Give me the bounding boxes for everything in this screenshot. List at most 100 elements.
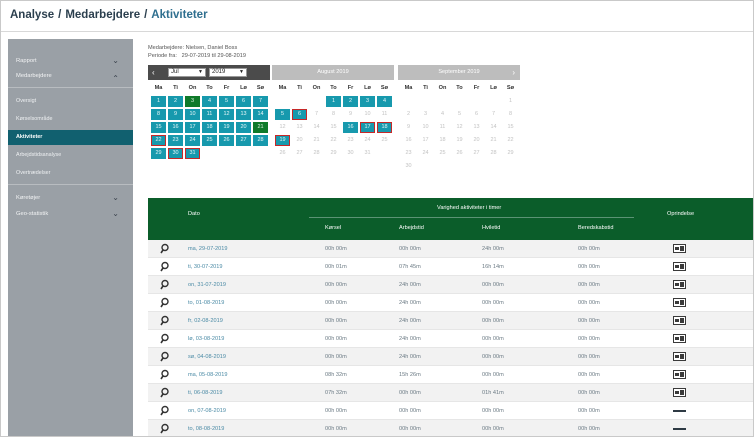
magnify-icon[interactable]: [160, 387, 169, 399]
calendar-day[interactable]: 1: [151, 96, 166, 107]
magnify-icon[interactable]: [160, 243, 169, 255]
calendar-day[interactable]: 15: [503, 122, 518, 133]
calendar-day[interactable]: 1: [326, 96, 341, 107]
calendar-day[interactable]: 1: [503, 96, 518, 107]
calendar-day[interactable]: 7: [486, 109, 501, 120]
calendar-day[interactable]: 19: [219, 122, 234, 133]
calendar-day[interactable]: 25: [377, 135, 392, 146]
calendar-day[interactable]: 15: [151, 122, 166, 133]
calendar-day[interactable]: 14: [486, 122, 501, 133]
origin-device-icon[interactable]: [673, 388, 686, 397]
calendar-day[interactable]: 26: [275, 148, 290, 159]
cell-date[interactable]: ma, 05-08-2019: [188, 366, 228, 384]
calendar-day[interactable]: 23: [401, 148, 416, 159]
magnify-icon[interactable]: [160, 369, 169, 381]
calendar-day[interactable]: 6: [292, 109, 307, 120]
sidebar-item-rapport[interactable]: Rapport ⌄: [8, 53, 133, 69]
calendar-day[interactable]: 10: [418, 122, 433, 133]
calendar-day[interactable]: 29: [503, 148, 518, 159]
cell-date[interactable]: ti, 06-08-2019: [188, 384, 223, 402]
calendar-day[interactable]: 27: [236, 135, 251, 146]
calendar-day[interactable]: 27: [292, 148, 307, 159]
calendar-day[interactable]: 5: [452, 109, 467, 120]
calendar-day[interactable]: 5: [219, 96, 234, 107]
breadcrumb-medarbejdere[interactable]: Medarbejdere: [65, 9, 140, 21]
calendar-day[interactable]: 9: [401, 122, 416, 133]
calendar-day[interactable]: 4: [202, 96, 217, 107]
magnify-icon[interactable]: [160, 423, 169, 435]
cell-date[interactable]: to, 08-08-2019: [188, 420, 224, 436]
sidebar-item-overtraedelser[interactable]: Overtrædelser: [8, 166, 133, 181]
calendar-day[interactable]: 23: [168, 135, 183, 146]
calendar-day[interactable]: 2: [343, 96, 358, 107]
calendar-day[interactable]: 31: [185, 148, 200, 159]
calendar-day[interactable]: 20: [292, 135, 307, 146]
cell-date[interactable]: ma, 29-07-2019: [188, 240, 228, 258]
calendar-day[interactable]: 20: [469, 135, 484, 146]
calendar-day[interactable]: 16: [401, 135, 416, 146]
col-header-arbejdstid[interactable]: Arbejdstid: [399, 225, 424, 231]
magnify-icon[interactable]: [160, 261, 169, 273]
calendar-day[interactable]: 23: [343, 135, 358, 146]
year-select[interactable]: 2019 ▼: [209, 68, 247, 77]
calendar-day[interactable]: 30: [343, 148, 358, 159]
calendar-day[interactable]: 28: [253, 135, 268, 146]
origin-device-icon[interactable]: [673, 244, 686, 253]
breadcrumb-analyse[interactable]: Analyse: [10, 9, 54, 21]
calendar-day[interactable]: 30: [401, 161, 416, 172]
origin-device-icon[interactable]: [673, 334, 686, 343]
cell-date[interactable]: on, 07-08-2019: [188, 402, 226, 420]
origin-device-icon[interactable]: [673, 370, 686, 379]
calendar-day[interactable]: 27: [469, 148, 484, 159]
calendar-day[interactable]: 17: [360, 122, 375, 133]
calendar-day[interactable]: 10: [185, 109, 200, 120]
sidebar-item-koretojer[interactable]: Køretøjer ⌄: [8, 190, 133, 206]
magnify-icon[interactable]: [160, 279, 169, 291]
col-header-hviletid[interactable]: Hviletid: [482, 225, 500, 231]
calendar-day[interactable]: 6: [236, 96, 251, 107]
origin-device-icon[interactable]: [673, 298, 686, 307]
calendar-day[interactable]: 19: [275, 135, 290, 146]
calendar-day[interactable]: 6: [469, 109, 484, 120]
calendar-day[interactable]: 21: [486, 135, 501, 146]
month-select[interactable]: Jul ▼: [168, 68, 206, 77]
cell-date[interactable]: lø, 03-08-2019: [188, 330, 224, 348]
cell-date[interactable]: fr, 02-08-2019: [188, 312, 223, 330]
sidebar-item-medarbejdere[interactable]: Medarbejdere ⌃: [8, 68, 133, 84]
calendar-day[interactable]: 9: [168, 109, 183, 120]
sidebar-item-korselsomrade[interactable]: Kørselsområde: [8, 112, 133, 127]
calendar-day[interactable]: 25: [202, 135, 217, 146]
calendar-day[interactable]: 12: [452, 122, 467, 133]
calendar-day[interactable]: 4: [435, 109, 450, 120]
calendar-day[interactable]: 17: [418, 135, 433, 146]
calendar-day[interactable]: 18: [377, 122, 392, 133]
calendar-day[interactable]: 31: [360, 148, 375, 159]
calendar-day[interactable]: 22: [326, 135, 341, 146]
calendar-day[interactable]: 29: [326, 148, 341, 159]
calendar-day[interactable]: 4: [377, 96, 392, 107]
calendar-day[interactable]: 24: [418, 148, 433, 159]
prev-month-icon[interactable]: ‹: [152, 65, 155, 80]
calendar-day[interactable]: 5: [275, 109, 290, 120]
col-header-dato[interactable]: Dato: [188, 211, 200, 217]
magnify-icon[interactable]: [160, 315, 169, 327]
sidebar-item-geo-statistik[interactable]: Geo-statistik ⌄: [8, 206, 133, 222]
calendar-day[interactable]: 8: [503, 109, 518, 120]
calendar-day[interactable]: 29: [151, 148, 166, 159]
calendar-day[interactable]: 26: [219, 135, 234, 146]
calendar-day[interactable]: 3: [418, 109, 433, 120]
origin-device-icon[interactable]: [673, 280, 686, 289]
calendar-day[interactable]: 13: [292, 122, 307, 133]
calendar-day[interactable]: 18: [202, 122, 217, 133]
calendar-day[interactable]: 10: [360, 109, 375, 120]
magnify-icon[interactable]: [160, 297, 169, 309]
sidebar-item-arbejdstidsanalyse[interactable]: Arbejdstidsanalyse: [8, 148, 133, 163]
magnify-icon[interactable]: [160, 351, 169, 363]
calendar-day[interactable]: 8: [151, 109, 166, 120]
calendar-day[interactable]: 11: [377, 109, 392, 120]
calendar-day[interactable]: 11: [435, 122, 450, 133]
calendar-day[interactable]: 24: [185, 135, 200, 146]
calendar-day[interactable]: 30: [168, 148, 183, 159]
calendar-day[interactable]: 13: [469, 122, 484, 133]
calendar-day[interactable]: 24: [360, 135, 375, 146]
